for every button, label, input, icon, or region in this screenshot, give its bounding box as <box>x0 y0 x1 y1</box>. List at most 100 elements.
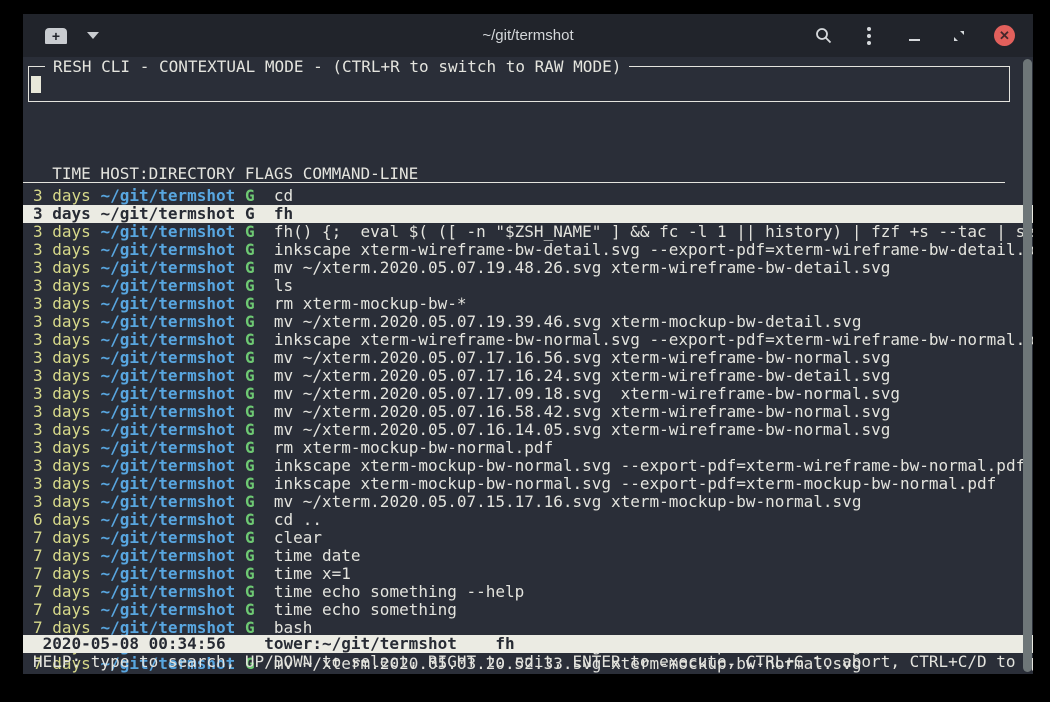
help-line: HELP: type to search, UP/DOWN to select,… <box>23 653 1033 671</box>
history-row[interactable]: 7 days ~/git/termshot G clear <box>23 529 1033 547</box>
history-row[interactable]: 3 days ~/git/termshot G mv ~/xterm.2020.… <box>23 367 1033 385</box>
cell-flags: G <box>245 205 255 223</box>
cell-sep <box>255 565 274 583</box>
cell-host-directory: ~/git/termshot <box>100 187 235 205</box>
cell-command: time echo something <box>274 601 457 619</box>
history-row[interactable]: 3 days ~/git/termshot G cd <box>23 187 1033 205</box>
cell-host-directory: ~/git/termshot <box>100 529 235 547</box>
cell-sep <box>235 439 245 457</box>
cell-time: 3 days <box>33 241 91 259</box>
menu-button[interactable] <box>859 26 879 46</box>
cell-sep <box>91 367 101 385</box>
search-button[interactable] <box>814 26 834 46</box>
cell-time: 3 days <box>33 295 91 313</box>
history-table-header: TIME HOST:DIRECTORY FLAGS COMMAND-LINE <box>23 165 1005 183</box>
text-cursor <box>31 76 41 93</box>
cell-time: 3 days <box>33 421 91 439</box>
close-button[interactable]: ✕ <box>994 25 1015 46</box>
history-row[interactable]: 3 days ~/git/termshot G mv ~/xterm.2020.… <box>23 385 1033 403</box>
history-row[interactable]: 3 days ~/git/termshot G mv ~/xterm.2020.… <box>23 313 1033 331</box>
cell-flags: G <box>245 277 255 295</box>
history-row[interactable]: 3 days ~/git/termshot G inkscape xterm-w… <box>23 331 1033 349</box>
restore-icon <box>952 29 966 43</box>
cell-host-directory: ~/git/termshot <box>100 241 235 259</box>
cell-sep <box>255 295 274 313</box>
cell-time: 3 days <box>33 205 91 223</box>
cell-command: time echo something --help <box>274 583 524 601</box>
cell-sep <box>91 475 101 493</box>
minimize-button[interactable] <box>904 26 924 46</box>
cell-host-directory: ~/git/termshot <box>100 385 235 403</box>
cell-sep <box>91 205 101 223</box>
cell-sep <box>91 403 101 421</box>
cell-sep <box>255 223 274 241</box>
cell-sep <box>235 259 245 277</box>
history-row[interactable]: 3 days ~/git/termshot G ls <box>23 277 1033 295</box>
cell-sep <box>91 583 101 601</box>
cell-sep <box>235 367 245 385</box>
cell-sep <box>91 457 101 475</box>
cell-flags: G <box>245 259 255 277</box>
cell-time: 7 days <box>33 565 91 583</box>
history-row[interactable]: 3 days ~/git/termshot G inkscape xterm-m… <box>23 457 1033 475</box>
scrollbar-thumb[interactable] <box>1023 59 1032 672</box>
history-row[interactable]: 3 days ~/git/termshot G inkscape xterm-m… <box>23 475 1033 493</box>
cell-sep <box>255 385 274 403</box>
status-bar: 2020-05-08 00:34:56 tower:~/git/termshot… <box>23 635 1033 653</box>
history-row[interactable]: 3 days ~/git/termshot G mv ~/xterm.2020.… <box>23 259 1033 277</box>
titlebar[interactable]: + ~/git/termshot <box>23 14 1033 57</box>
history-row[interactable]: 3 days ~/git/termshot G fh <box>23 205 1033 223</box>
cell-flags: G <box>245 331 255 349</box>
cell-sep <box>91 493 101 511</box>
history-row[interactable]: 7 days ~/git/termshot G time date <box>23 547 1033 565</box>
cell-sep <box>255 601 274 619</box>
resh-box-title: RESH CLI - CONTEXTUAL MODE - (CTRL+R to … <box>45 58 629 76</box>
cell-command: inkscape xterm-mockup-bw-normal.svg --ex… <box>274 457 1025 475</box>
cell-sep <box>91 223 101 241</box>
history-row[interactable]: 3 days ~/git/termshot G fh() {; eval $( … <box>23 223 1033 241</box>
cell-flags: G <box>245 385 255 403</box>
cell-host-directory: ~/git/termshot <box>100 547 235 565</box>
cell-flags: G <box>245 511 255 529</box>
terminal-content[interactable]: RESH CLI - CONTEXTUAL MODE - (CTRL+R to … <box>23 57 1033 674</box>
cell-time: 3 days <box>33 493 91 511</box>
history-row[interactable]: 3 days ~/git/termshot G rm xterm-mockup-… <box>23 439 1033 457</box>
history-row[interactable]: 3 days ~/git/termshot G mv ~/xterm.2020.… <box>23 403 1033 421</box>
history-row[interactable]: 6 days ~/git/termshot G cd .. <box>23 511 1033 529</box>
cell-sep <box>235 529 245 547</box>
cell-command: inkscape xterm-wireframe-bw-detail.svg -… <box>274 241 1033 259</box>
history-row[interactable]: 7 days ~/git/termshot G time x=1 <box>23 565 1033 583</box>
history-row[interactable]: 7 days ~/git/termshot G mv ~/xterm.2020.… <box>23 673 1033 674</box>
cell-sep <box>255 421 274 439</box>
cell-sep <box>91 349 101 367</box>
cell-flags: G <box>245 583 255 601</box>
cell-host-directory: ~/git/termshot <box>100 295 235 313</box>
history-row[interactable]: 3 days ~/git/termshot G mv ~/xterm.2020.… <box>23 349 1033 367</box>
history-row[interactable]: 3 days ~/git/termshot G mv ~/xterm.2020.… <box>23 493 1033 511</box>
cell-sep <box>235 475 245 493</box>
cell-command: mv ~/xterm.2020.05.07.15.17.16.svg xterm… <box>274 493 862 511</box>
kebab-menu-icon <box>867 27 871 45</box>
cell-flags: G <box>245 349 255 367</box>
cell-flags: G <box>245 187 255 205</box>
cell-host-directory: ~/git/termshot <box>100 493 235 511</box>
history-row[interactable]: 3 days ~/git/termshot G mv ~/xterm.2020.… <box>23 421 1033 439</box>
cell-command: cd .. <box>274 511 322 529</box>
history-row[interactable]: 3 days ~/git/termshot G inkscape xterm-w… <box>23 241 1033 259</box>
history-row[interactable]: 3 days ~/git/termshot G rm xterm-mockup-… <box>23 295 1033 313</box>
cell-time: 3 days <box>33 331 91 349</box>
resh-search-box[interactable]: RESH CLI - CONTEXTUAL MODE - (CTRL+R to … <box>28 66 1010 102</box>
history-row[interactable]: 7 days ~/git/termshot G time echo someth… <box>23 583 1033 601</box>
cell-time: 3 days <box>33 367 91 385</box>
cell-host-directory: ~/git/termshot <box>100 331 235 349</box>
cell-flags: G <box>245 547 255 565</box>
cell-sep <box>255 313 274 331</box>
cell-time: 3 days <box>33 475 91 493</box>
history-row[interactable]: 7 days ~/git/termshot G time echo someth… <box>23 601 1033 619</box>
cell-host-directory: ~/git/termshot <box>100 565 235 583</box>
cell-sep <box>235 421 245 439</box>
restore-button[interactable] <box>949 26 969 46</box>
cell-sep <box>255 205 274 223</box>
cell-sep <box>91 277 101 295</box>
scrollbar <box>1023 59 1032 672</box>
